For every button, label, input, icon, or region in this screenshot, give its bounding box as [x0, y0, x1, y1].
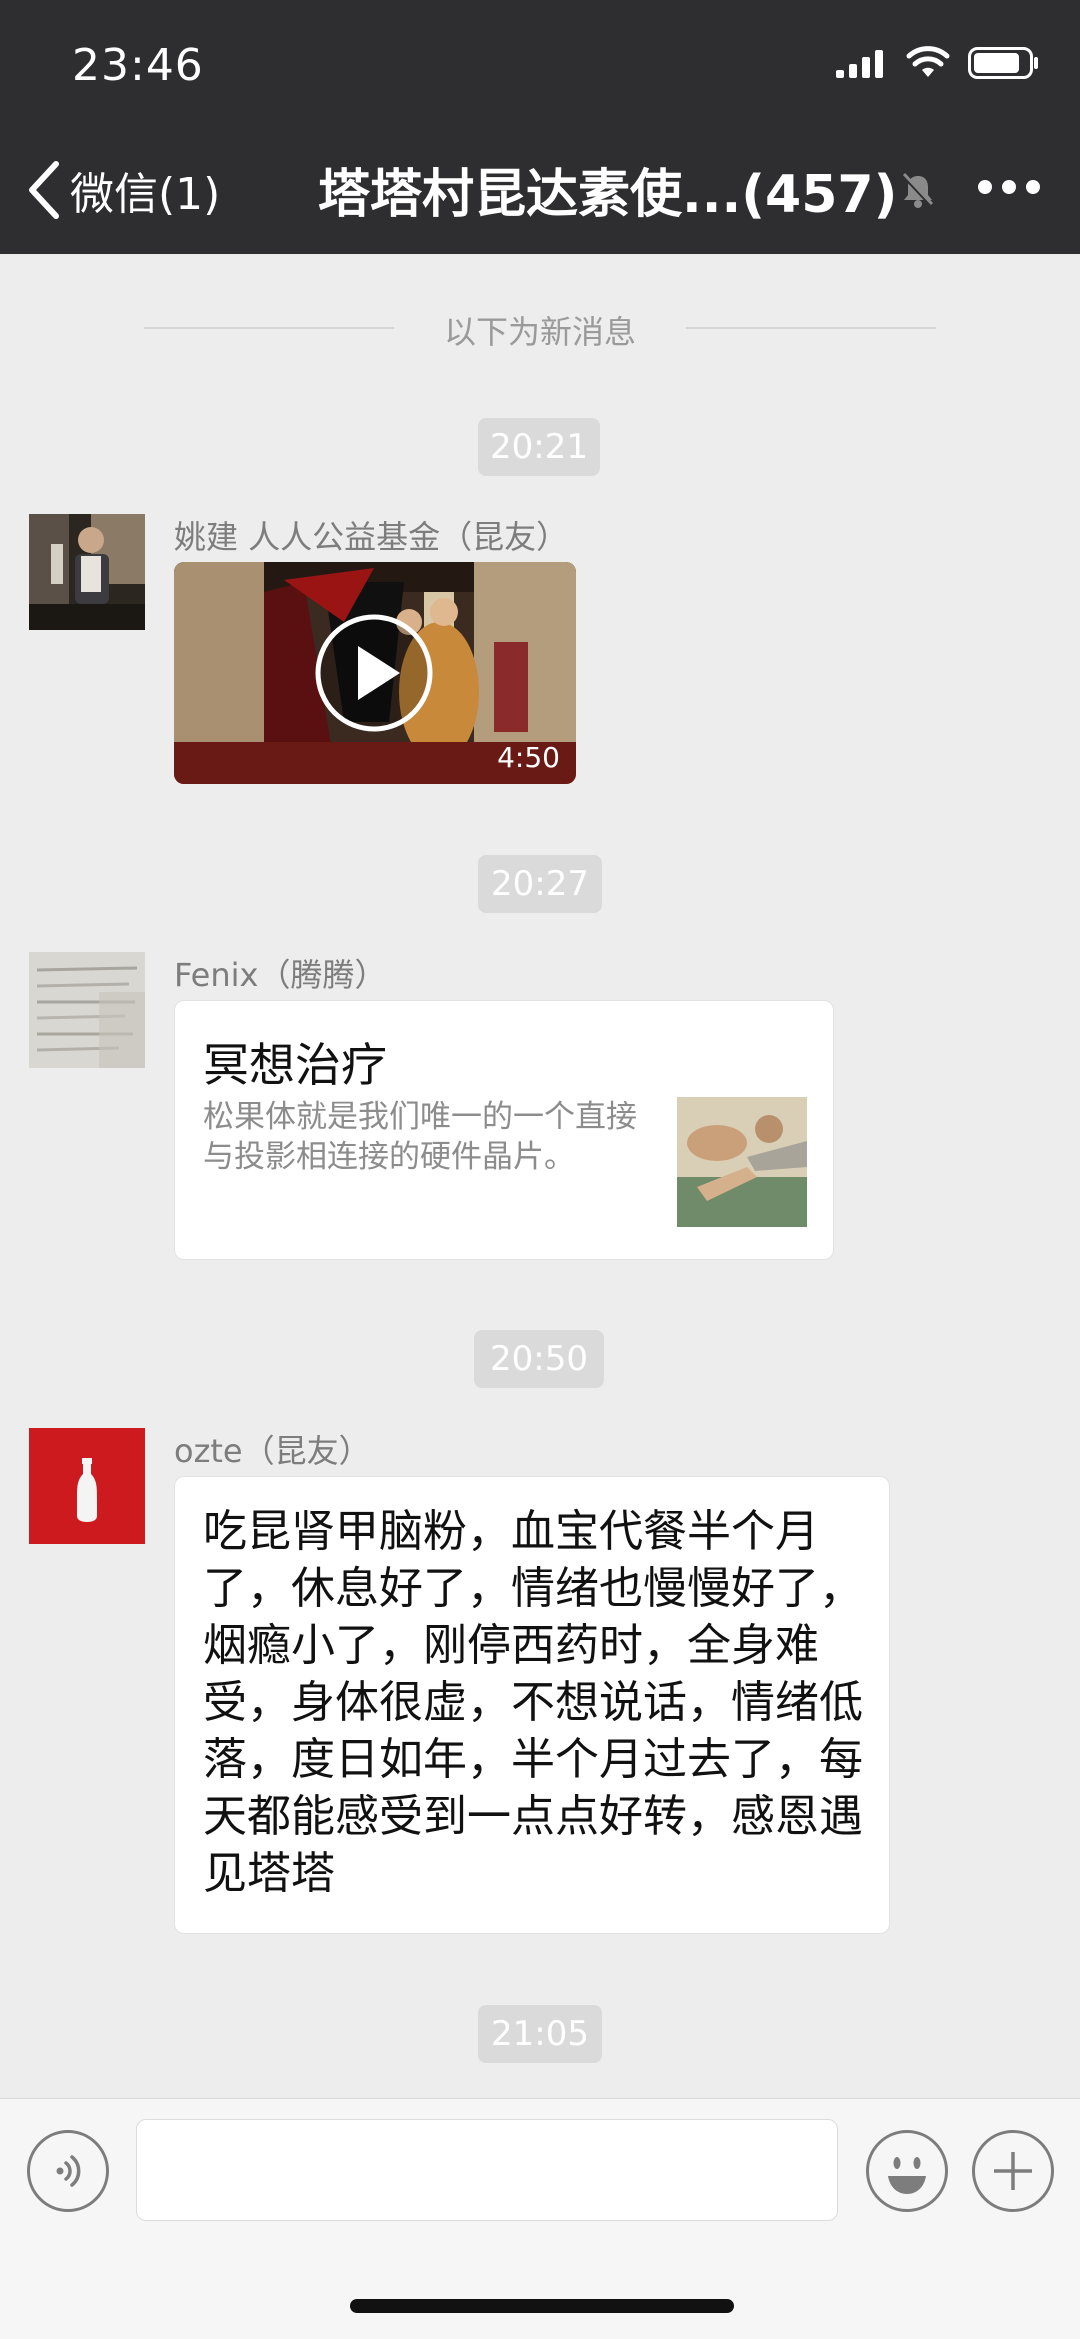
link-thumbnail — [677, 1097, 807, 1227]
sender-name: 姚建 人人公益基金（昆友） — [174, 518, 569, 556]
top-bar: 23:46 微信(1) 塔塔村昆达素使...(457) — [0, 0, 1080, 254]
link-card-message[interactable]: 冥想治疗 松果体就是我们唯一的一个直接与投影相连接的硬件晶片。 — [174, 1000, 834, 1260]
sender-name: Fenix（腾腾） — [174, 956, 387, 994]
link-title: 冥想治疗 — [203, 1038, 387, 1092]
timestamp: 20:21 — [478, 418, 600, 476]
home-indicator[interactable] — [350, 2299, 734, 2313]
new-messages-divider: 以下为新消息 — [0, 305, 1080, 351]
voice-icon — [56, 2155, 81, 2187]
more-icon[interactable] — [978, 180, 1040, 194]
emoji-button[interactable] — [866, 2130, 948, 2212]
timestamp: 20:27 — [478, 855, 602, 913]
divider-label: 以下为新消息 — [443, 313, 636, 351]
timestamp: 20:50 — [474, 1330, 604, 1388]
signal-icon — [836, 50, 883, 78]
status-time: 23:46 — [72, 40, 204, 91]
voice-button[interactable] — [27, 2130, 109, 2212]
avatar[interactable] — [29, 514, 145, 630]
battery-icon — [968, 47, 1038, 79]
wifi-icon — [906, 46, 950, 77]
back-button[interactable]: 微信(1) — [26, 158, 220, 222]
sender-name: ozte（昆友） — [174, 1432, 371, 1470]
text-message[interactable]: 吃昆肾甲脑粉，血宝代餐半个月了，休息好了，情绪也慢慢好了，烟瘾小了，刚停西药时，… — [174, 1476, 890, 1934]
status-icons — [836, 46, 1040, 80]
plus-icon — [994, 2152, 1032, 2190]
avatar[interactable] — [29, 952, 145, 1068]
video-message[interactable]: 4:50 — [174, 562, 576, 784]
emoji-icon — [888, 2157, 926, 2194]
mute-bell-icon — [902, 172, 934, 208]
wechat-group-chat: 23:46 微信(1) 塔塔村昆达素使...(457) 以下为新消息 20:21… — [0, 0, 1080, 2339]
message-text: 吃昆肾甲脑粉，血宝代餐半个月了，休息好了，情绪也慢慢好了，烟瘾小了，刚停西药时，… — [203, 1506, 863, 1899]
plus-button[interactable] — [972, 2130, 1054, 2212]
chat-title: 塔塔村昆达素使...(457) — [318, 165, 898, 225]
timestamp: 21:05 — [478, 2005, 602, 2063]
link-description: 松果体就是我们唯一的一个直接与投影相连接的硬件晶片。 — [203, 1099, 637, 1175]
back-chevron-icon — [29, 161, 59, 219]
video-duration: 4:50 — [497, 741, 560, 774]
message-input[interactable] — [136, 2119, 838, 2221]
avatar[interactable] — [29, 1428, 145, 1544]
back-label: 微信(1) — [70, 169, 221, 220]
